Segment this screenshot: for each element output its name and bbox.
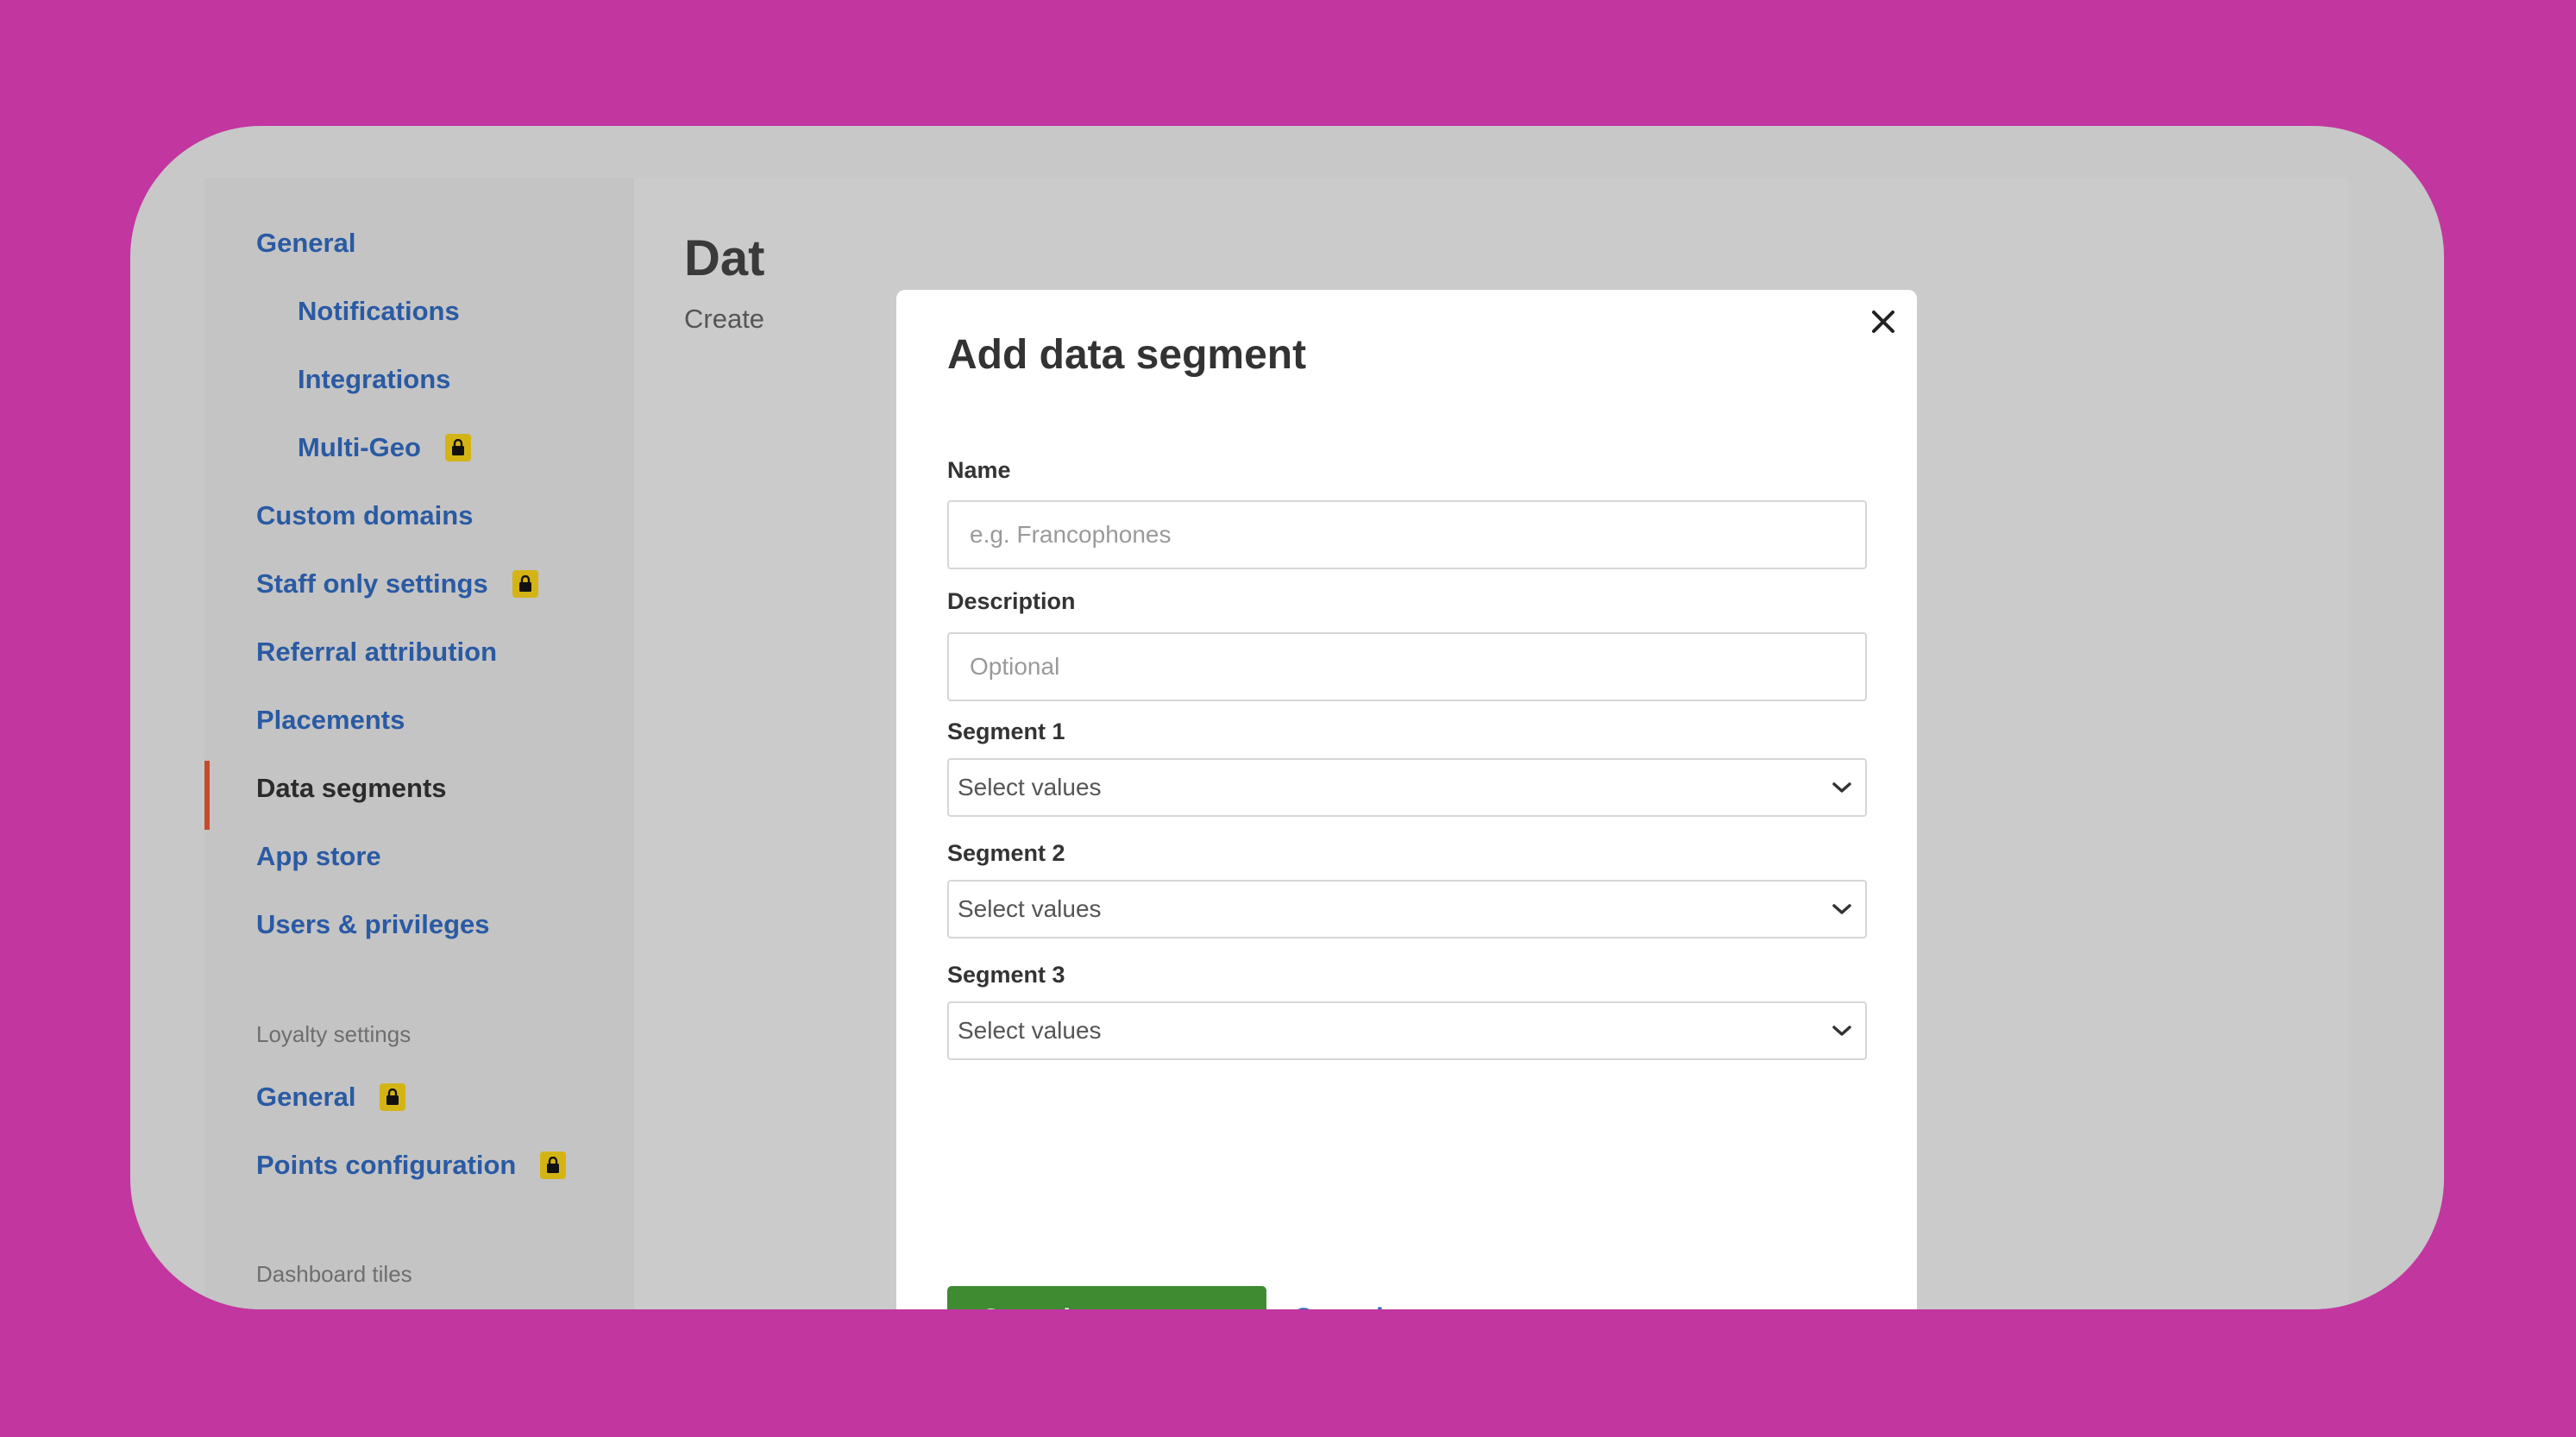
chevron-down-icon xyxy=(1832,782,1851,793)
segment-1-select[interactable]: Select values xyxy=(947,758,1867,817)
segment-1-label: Segment 1 xyxy=(947,718,1065,744)
close-icon xyxy=(1872,311,1894,333)
segment-2-label: Segment 2 xyxy=(947,840,1065,866)
page-subtitle: Create xyxy=(684,304,765,334)
lock-icon xyxy=(444,434,471,461)
description-label: Description xyxy=(947,588,1076,614)
page-title: Dat xyxy=(684,230,765,286)
select-value: Select values xyxy=(958,774,1102,800)
name-label: Name xyxy=(947,457,1011,483)
select-value: Select values xyxy=(958,1017,1102,1044)
sidebar-item-label: Custom domains xyxy=(256,500,474,530)
sidebar-item-app-store[interactable]: App store xyxy=(256,841,381,872)
active-indicator xyxy=(204,761,210,830)
segment-3-select[interactable]: Select values xyxy=(947,1001,1867,1060)
lock-icon xyxy=(380,1083,406,1111)
segment-3-label: Segment 3 xyxy=(947,962,1065,988)
segment-2-select[interactable]: Select values xyxy=(947,880,1867,938)
sidebar-item-integrations[interactable]: Integrations xyxy=(298,364,450,395)
settings-sidebar: General Notifications Integrations Multi… xyxy=(204,178,634,1309)
sidebar-item-label: Multi-Geo xyxy=(298,432,421,462)
cancel-button[interactable]: Cancel xyxy=(1293,1302,1384,1309)
add-data-segment-modal: Add data segment Name Description Segmen… xyxy=(896,290,1917,1309)
modal-title: Add data segment xyxy=(947,332,1307,378)
sidebar-item-label: Users & privileges xyxy=(256,909,490,939)
description-input[interactable] xyxy=(947,632,1867,701)
sidebar-item-referral-attribution[interactable]: Referral attribution xyxy=(256,637,497,668)
sidebar-item-label: Data segments xyxy=(256,773,447,803)
sidebar-item-multi-geo[interactable]: Multi-Geo xyxy=(298,432,471,463)
sidebar-item-points-configuration[interactable]: Points configuration xyxy=(256,1150,567,1181)
select-value: Select values xyxy=(958,895,1102,922)
sidebar-item-placements[interactable]: Placements xyxy=(256,705,405,736)
sidebar-item-label: Notifications xyxy=(298,296,460,326)
chevron-down-icon xyxy=(1832,1026,1851,1036)
sidebar-section-dashboard-tiles: Dashboard tiles xyxy=(256,1261,412,1287)
sidebar-item-label: Staff only settings xyxy=(256,568,488,599)
close-button[interactable] xyxy=(1863,302,1903,342)
sidebar-item-label: App store xyxy=(256,841,381,871)
sidebar-item-data-segments[interactable]: Data segments xyxy=(256,773,447,804)
lock-icon xyxy=(540,1151,567,1179)
sidebar-item-label: Points configuration xyxy=(256,1150,517,1180)
lock-icon xyxy=(512,570,538,598)
sidebar-item-label: Referral attribution xyxy=(256,637,498,667)
sidebar-item-label: Placements xyxy=(256,705,405,735)
screenshot-frame: General Notifications Integrations Multi… xyxy=(130,126,2444,1309)
sidebar-item-users-privileges[interactable]: Users & privileges xyxy=(256,909,490,940)
sidebar-item-label: General xyxy=(256,1082,356,1112)
sidebar-item-notifications[interactable]: Notifications xyxy=(298,296,460,327)
name-input[interactable] xyxy=(947,500,1867,569)
sidebar-item-label: Integrations xyxy=(298,364,451,394)
sidebar-item-general[interactable]: General xyxy=(256,228,355,259)
sidebar-item-label: General xyxy=(256,228,356,258)
sidebar-item-custom-domains[interactable]: Custom domains xyxy=(256,500,473,531)
chevron-down-icon xyxy=(1832,904,1851,914)
sidebar-item-staff-only-settings[interactable]: Staff only settings xyxy=(256,568,538,599)
sidebar-section-loyalty-settings: Loyalty settings xyxy=(256,1021,412,1047)
save-data-segment-button[interactable]: Save data segment xyxy=(947,1286,1266,1309)
sidebar-item-loyalty-general[interactable]: General xyxy=(256,1082,406,1113)
